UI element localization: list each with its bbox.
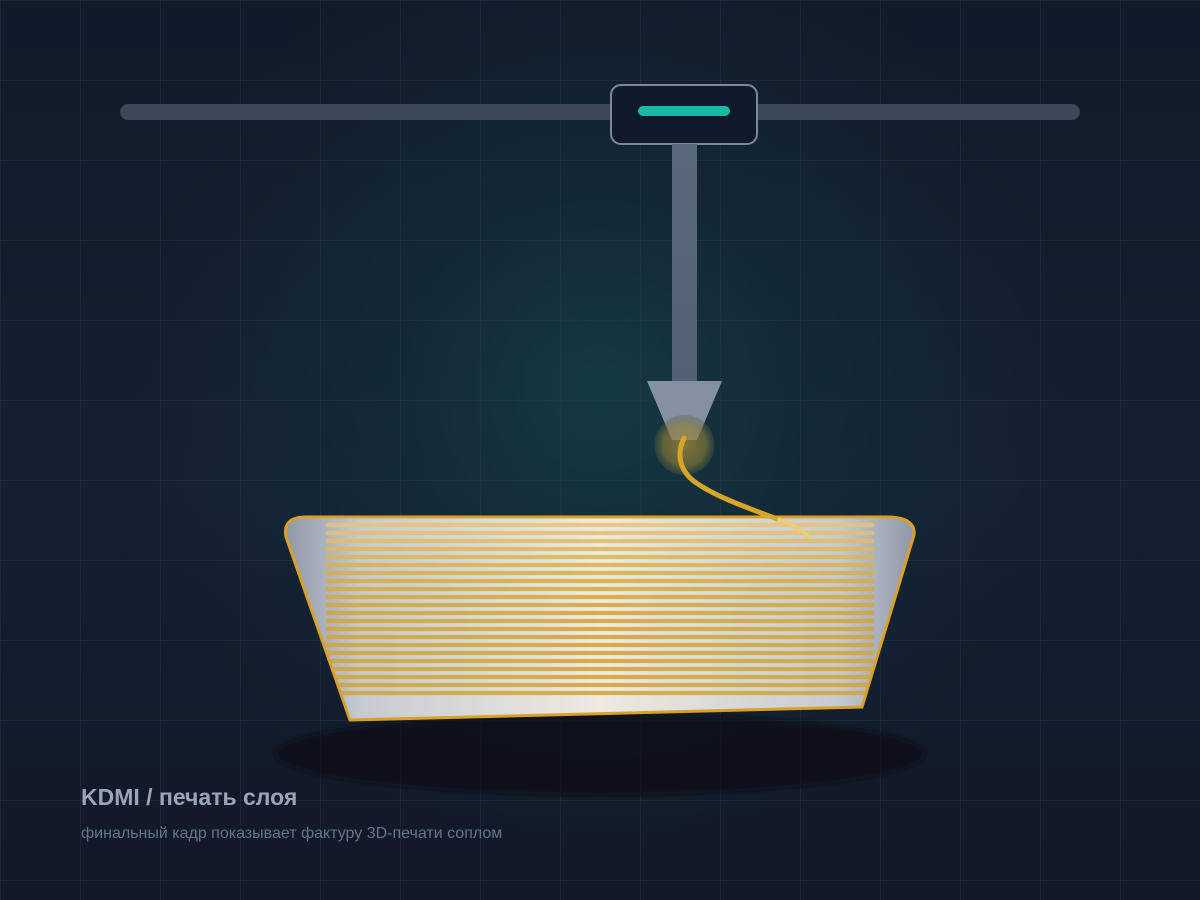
horizontal-rail-icon — [120, 104, 1080, 120]
status-light-icon — [638, 106, 730, 116]
layered-print-object-icon — [283, 515, 916, 722]
extruder-arm-icon — [672, 144, 697, 385]
printing-illustration — [0, 0, 1200, 900]
printer-carriage-icon — [610, 84, 758, 145]
3d-printing-frame: KDMI / печать слоя финальный кадр показы… — [0, 0, 1200, 900]
caption-subtitle: финальный кадр показывает фактуру 3D-печ… — [81, 825, 503, 842]
caption-title: KDMI / печать слоя — [81, 784, 298, 810]
print-shadow — [275, 713, 925, 795]
